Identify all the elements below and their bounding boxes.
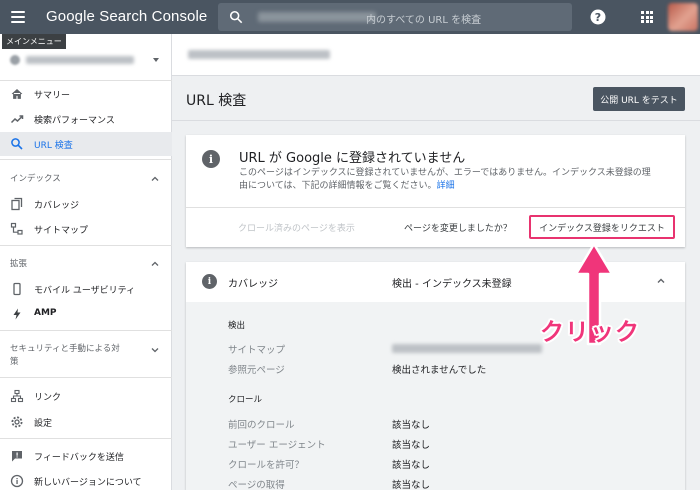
crawl-heading: クロール — [228, 395, 263, 405]
page-title: URL 検査 — [186, 93, 247, 109]
sidebar-item-coverage[interactable]: カバレッジ — [0, 192, 172, 216]
redacted-property-url — [258, 12, 376, 22]
sidebar-item-settings[interactable]: 設定 — [0, 410, 172, 434]
info-icon: i — [202, 150, 220, 168]
section-title-index: インデックス — [10, 174, 61, 184]
sidebar-item-about-new-version[interactable]: 新しいバージョンについて — [0, 469, 172, 490]
section-title-security-line2: 策 — [10, 357, 19, 367]
page-changed-question: ページを変更しましたか？ — [404, 224, 512, 234]
divider — [0, 438, 172, 439]
trend-icon — [10, 115, 24, 124]
user-agent-value: 該当なし — [392, 440, 431, 451]
bolt-icon — [13, 308, 21, 320]
search-icon — [229, 10, 243, 24]
link-network-icon — [10, 389, 24, 403]
sidebar-item-url-inspection[interactable]: URL 検査 — [0, 132, 172, 156]
chevron-down-icon — [153, 58, 159, 62]
divider — [186, 207, 685, 208]
divider — [0, 330, 172, 331]
sidebar-item-feedback[interactable]: フィードバックを送信 — [0, 444, 172, 468]
main-menu-tooltip: メインメニュー — [2, 34, 66, 49]
sitemap-label: サイトマップ — [228, 345, 286, 356]
apps-grid-icon[interactable] — [641, 11, 653, 23]
divider — [0, 377, 172, 378]
last-crawl-value: 該当なし — [392, 420, 431, 431]
annotation-click-label: クリック — [540, 318, 640, 346]
redacted-sitemap-url — [392, 344, 542, 353]
page-fetch-label: ページの取得 — [228, 480, 285, 490]
gear-icon — [11, 416, 23, 428]
section-title-enhancements: 拡張 — [10, 259, 28, 269]
sidebar-item-label: 検索パフォーマンス — [34, 116, 115, 126]
user-agent-label: ユーザー エージェント — [228, 440, 326, 451]
sidebar-item-label: サマリー — [34, 91, 71, 101]
coverage-status: 検出 - インデックス未登録 — [392, 279, 512, 290]
sidebar-item-label: モバイル ユーザビリティ — [34, 286, 136, 296]
test-live-url-button[interactable]: 公開 URL をテスト — [593, 87, 685, 111]
sidebar-item-label: 設定 — [34, 419, 53, 429]
sidebar-item-links[interactable]: リンク — [0, 384, 172, 408]
feedback-icon — [12, 451, 22, 462]
request-indexing-button[interactable]: インデックス登録をリクエスト — [529, 215, 675, 239]
page-fetch-value: 該当なし — [392, 480, 431, 490]
redacted-property-name — [26, 56, 134, 64]
section-title-security-line1: セキュリティと手動による対 — [10, 344, 120, 354]
sitemap-icon — [10, 222, 23, 235]
copy-icon — [11, 197, 23, 211]
discovery-heading: 検出 — [228, 321, 246, 331]
redacted-inspected-url — [188, 50, 330, 59]
chevron-up-icon[interactable] — [150, 174, 160, 184]
chevron-down-icon[interactable] — [150, 345, 160, 355]
home-icon — [11, 88, 23, 99]
sidebar-item-summary[interactable]: サマリー — [0, 82, 172, 106]
sidebar-item-label: リンク — [34, 393, 62, 403]
index-status-card: i URL が Google に登録されていません このページはインデックスに登… — [186, 135, 685, 247]
app-logo-title[interactable]: Google Search Console — [46, 8, 207, 25]
crawl-allowed-value: 該当なし — [392, 460, 431, 471]
referring-page-value: 検出されませんでした — [392, 365, 487, 376]
referring-page-label: 参照元ページ — [228, 365, 285, 376]
sidebar-item-label: 新しいバージョンについて — [34, 478, 142, 488]
search-placeholder: 内のすべての URL を検査 — [366, 15, 482, 26]
sidebar-item-label: カバレッジ — [34, 201, 80, 211]
property-header — [172, 34, 700, 76]
phone-icon — [13, 282, 21, 296]
sidebar-item-performance[interactable]: 検索パフォーマンス — [0, 107, 172, 131]
divider — [172, 120, 700, 121]
crawl-allowed-label: クロールを許可？ — [228, 460, 305, 471]
sidebar-item-label: フィードバックを送信 — [34, 453, 124, 463]
sidebar-item-mobile-usability[interactable]: モバイル ユーザビリティ — [0, 277, 172, 301]
index-status-title: URL が Google に登録されていません — [239, 151, 466, 166]
index-status-description: このページはインデックスに登録されていませんが、エラーではありません。インデック… — [239, 167, 659, 193]
search-icon — [11, 138, 23, 150]
coverage-label: カバレッジ — [228, 279, 278, 290]
info-icon — [10, 474, 24, 488]
top-app-bar: Google Search Console 内のすべての URL を検査 ? — [0, 0, 700, 34]
property-favicon — [10, 55, 20, 65]
chevron-up-icon[interactable] — [656, 276, 666, 286]
learn-more-link[interactable]: 詳細 — [437, 181, 455, 191]
divider — [0, 159, 172, 160]
last-crawl-label: 前回のクロール — [228, 420, 295, 431]
svg-text:?: ? — [595, 11, 601, 24]
sidebar-item-label: AMP — [34, 308, 57, 318]
sidebar-item-label: URL 検査 — [34, 141, 73, 151]
divider — [0, 245, 172, 246]
help-icon[interactable]: ? — [590, 9, 606, 25]
main-menu-button[interactable] — [10, 9, 26, 25]
divider — [0, 80, 172, 81]
sidebar-item-amp[interactable]: AMP — [0, 302, 172, 326]
info-icon: i — [202, 274, 217, 289]
chevron-up-icon[interactable] — [150, 259, 160, 269]
url-inspection-search[interactable]: 内のすべての URL を検査 — [218, 3, 572, 31]
view-crawled-page-link[interactable]: クロール済みのページを表示 — [238, 221, 355, 234]
sidebar-item-label: サイトマップ — [34, 226, 89, 236]
account-avatar[interactable] — [668, 3, 698, 31]
sidebar-item-sitemaps[interactable]: サイトマップ — [0, 217, 172, 241]
sidebar: サマリー 検索パフォーマンス URL 検査 インデックス カバレッジ サイトマッ… — [0, 34, 172, 490]
